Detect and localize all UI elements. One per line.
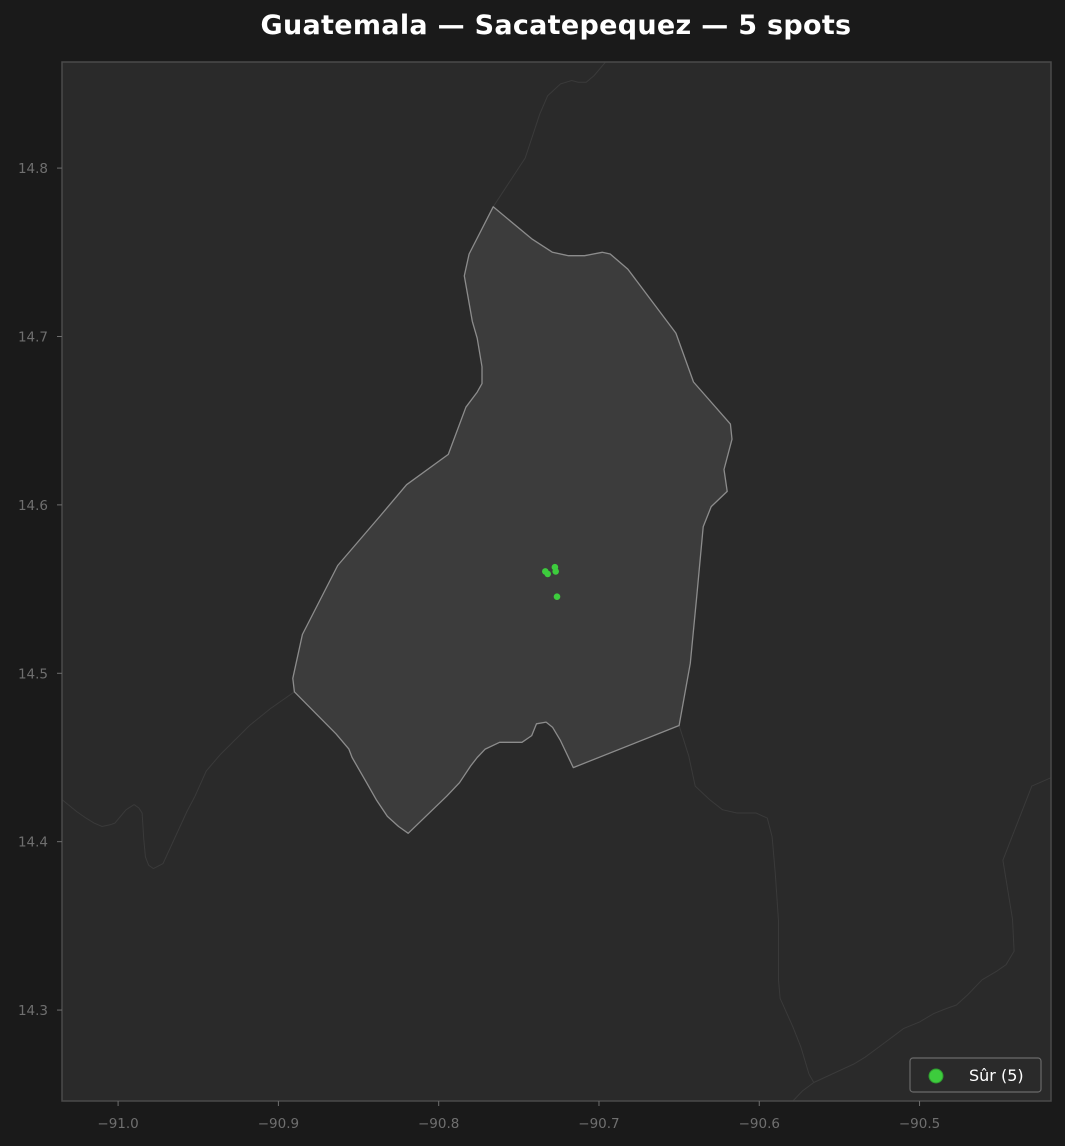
map-figure: Guatemala — Sacatepequez — 5 spots −91.0… <box>0 0 1065 1146</box>
x-axis: −91.0 −90.9 −90.8 −90.7 −90.6 −90.5 <box>97 1101 940 1132</box>
spot-point-2 <box>544 570 551 578</box>
legend-marker-sur <box>928 1068 944 1084</box>
y-tick-label: 14.8 <box>18 161 48 177</box>
map-canvas: −91.0 −90.9 −90.8 −90.7 −90.6 −90.5 14.314.41… <box>18 61 1052 1132</box>
y-tick-label: 14.6 <box>18 498 48 514</box>
y-tick-label: 14.5 <box>18 666 48 682</box>
y-tick-label: 14.7 <box>18 329 48 345</box>
spot-point-5 <box>553 593 561 600</box>
spot-point-4 <box>552 568 559 575</box>
x-tick-label: −91.0 <box>97 1116 138 1132</box>
x-tick-label: −90.7 <box>578 1116 619 1132</box>
x-tick-label: −90.6 <box>739 1116 780 1132</box>
y-tick-label: 14.3 <box>18 1003 48 1019</box>
y-axis: 14.3 14.4 14.5 14.6 14.7 14.8 <box>18 161 62 1019</box>
x-tick-label: −90.8 <box>418 1116 459 1132</box>
x-tick-label: −90.5 <box>899 1116 940 1132</box>
legend-label-sur: Sûr (5) <box>969 1066 1024 1085</box>
x-tick-label: −90.9 <box>258 1116 299 1132</box>
y-tick-label: 14.4 <box>18 835 48 851</box>
legend: Sûr (5) <box>909 1057 1042 1093</box>
